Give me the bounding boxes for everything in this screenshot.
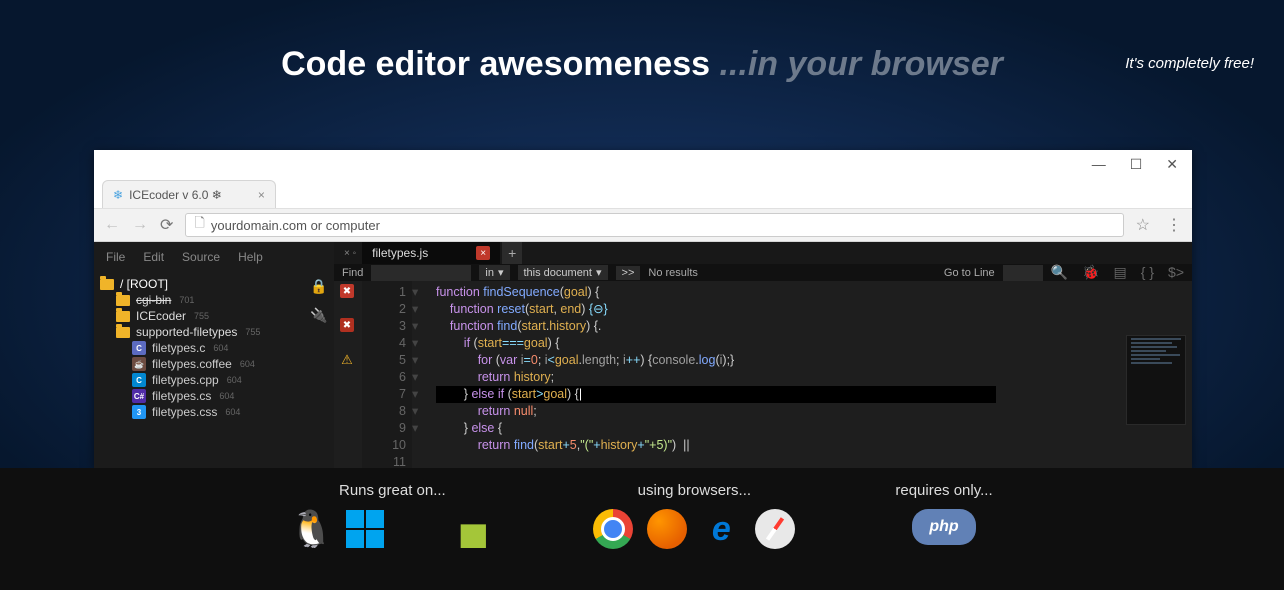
tree-row[interactable]: ☕filetypes.coffee604: [100, 356, 328, 372]
footer-heading-os: Runs great on...: [291, 482, 493, 499]
tab-title: ICEcoder v 6.0 ❄: [129, 188, 222, 202]
file-tabs: × ◦ filetypes.js × +: [334, 242, 1192, 264]
apple-icon: [399, 509, 439, 549]
browser-window: — ☐ ✕ ❄ ICEcoder v 6.0 ❄ × ← → ⟳ 🗋 yourd…: [94, 150, 1192, 468]
chrome-icon: [593, 509, 633, 549]
maximize-icon[interactable]: ☐: [1130, 156, 1143, 173]
safari-icon: [755, 509, 795, 549]
menu-edit[interactable]: Edit: [143, 250, 164, 264]
linux-icon: 🐧: [291, 509, 331, 549]
search-icon[interactable]: 🔍: [1051, 264, 1068, 281]
browser-tab[interactable]: ❄ ICEcoder v 6.0 ❄ ×: [102, 180, 276, 208]
php-icon: php: [912, 509, 976, 545]
back-icon[interactable]: ←: [104, 216, 120, 234]
menu-file[interactable]: File: [106, 250, 125, 264]
free-banner: It's completely free!: [1125, 55, 1254, 72]
file-tab-close-icon[interactable]: ×: [476, 246, 490, 260]
minimize-icon[interactable]: —: [1092, 156, 1106, 172]
windows-icon: [345, 509, 385, 549]
goto-line-input[interactable]: [1003, 265, 1043, 281]
tree-row[interactable]: C#filetypes.cs604: [100, 388, 328, 404]
tree-row[interactable]: 3filetypes.css604: [100, 404, 328, 420]
bug-icon[interactable]: 🐞: [1082, 264, 1099, 281]
reload-icon[interactable]: ⟳: [160, 215, 173, 235]
headline: Code editor awesomeness ...in your brows…: [0, 45, 1284, 84]
tree-row[interactable]: cgi-bin701: [100, 292, 328, 308]
find-scope-select[interactable]: this document ▾: [518, 265, 608, 280]
lock-icon[interactable]: 🔒: [310, 278, 327, 295]
menu-source[interactable]: Source: [182, 250, 220, 264]
goto-line-label: Go to Line: [944, 267, 995, 279]
menubar: File Edit Source Help: [94, 242, 334, 272]
fold-gutter[interactable]: ▾▾▾▾▾▾▾▾▾: [412, 281, 432, 468]
tree-row[interactable]: supported-filetypes755: [100, 324, 328, 340]
find-scope-in[interactable]: in ▾: [479, 265, 509, 280]
footer-heading-req: requires only...: [895, 482, 992, 499]
open-file-tab[interactable]: filetypes.js ×: [362, 242, 500, 264]
file-tree: / [ROOT]cgi-bin701ICEcoder755supported-f…: [94, 272, 334, 420]
tree-row[interactable]: / [ROOT]: [100, 276, 328, 292]
find-bar: Find in ▾ this document ▾ >> No results …: [334, 264, 1192, 281]
plug-icon[interactable]: 🔌: [310, 307, 327, 324]
bookmark-icon[interactable]: ☆: [1136, 215, 1150, 235]
forward-icon[interactable]: →: [132, 216, 148, 234]
braces-icon[interactable]: { }: [1141, 264, 1154, 281]
tree-row[interactable]: Cfiletypes.cpp604: [100, 372, 328, 388]
tab-close-icon[interactable]: ×: [258, 188, 265, 202]
code-area[interactable]: ✖✖⚠ 123456789101112 ▾▾▾▾▾▾▾▾▾ function f…: [334, 281, 1192, 468]
page-icon: 🗋: [194, 214, 204, 236]
android-icon: ▅: [453, 509, 493, 549]
edge-icon: e: [701, 509, 741, 549]
footer-heading-browsers: using browsers...: [593, 482, 795, 499]
find-input[interactable]: [371, 265, 471, 281]
line-gutter: 123456789101112: [362, 281, 412, 468]
sidebar: File Edit Source Help / [ROOT]cgi-bin701ICE…: [94, 242, 334, 468]
firefox-icon: [647, 509, 687, 549]
snowflake-icon: ❄: [113, 188, 123, 202]
address-bar[interactable]: 🗋 yourdomain.com or computer: [185, 213, 1123, 237]
terminal-icon[interactable]: $>: [1168, 264, 1184, 281]
tree-row[interactable]: ICEcoder755: [100, 308, 328, 324]
footer: Runs great on... 🐧 ▅ using browsers... e…: [0, 468, 1284, 590]
code-editor-app: File Edit Source Help / [ROOT]cgi-bin701ICE…: [94, 242, 1192, 468]
layout-icon[interactable]: ▤: [1114, 264, 1127, 281]
new-tab-button[interactable]: +: [502, 242, 522, 264]
find-go-button[interactable]: >>: [616, 266, 641, 280]
tab-prev-icon[interactable]: × ◦: [340, 248, 360, 259]
find-result: No results: [648, 267, 698, 279]
tree-row[interactable]: Cfiletypes.c604: [100, 340, 328, 356]
minimap[interactable]: [1126, 335, 1186, 425]
menu-help[interactable]: Help: [238, 250, 263, 264]
menu-icon[interactable]: ⋮: [1166, 215, 1182, 235]
close-icon[interactable]: ✕: [1166, 156, 1178, 173]
